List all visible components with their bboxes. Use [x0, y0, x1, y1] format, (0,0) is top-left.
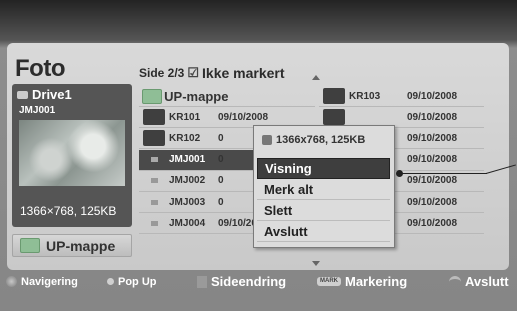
list-item-date: 09/10/2008 [218, 111, 269, 123]
mark-icon: MARK [317, 277, 341, 286]
image-file-icon [150, 199, 158, 205]
list-item-date: 09/10/2008 [407, 90, 458, 102]
footer-page-change: Sideendring [197, 274, 286, 289]
popup-item-slett[interactable]: Slett [257, 200, 390, 221]
footer-marking: MARK Markering [317, 274, 407, 289]
list-item-name: KR103 [349, 90, 381, 102]
list-item-name: UP-mappe [164, 88, 229, 104]
up-folder-button[interactable]: UP-mappe [12, 234, 132, 257]
image-file-icon [150, 178, 158, 184]
scroll-up-icon[interactable] [312, 75, 320, 80]
drive-name: Drive1 [32, 87, 72, 102]
footer-help-bar: Navigering Pop Up Sideendring MARK Marke… [0, 270, 517, 293]
popup-header-text: 1366x768, 125KB [276, 134, 366, 146]
list-item-date: 09/10/2008 [407, 154, 458, 166]
list-item[interactable]: KR103 09/10/2008 [319, 86, 484, 107]
ok-button-icon [107, 278, 114, 285]
folder-up-icon [20, 238, 40, 253]
list-item-name: KR101 [169, 111, 201, 123]
checkbox-icon[interactable]: ☑ [187, 65, 199, 81]
folder-up-icon [141, 88, 162, 104]
footer-popup: Pop Up [107, 276, 157, 288]
list-item-name: JMJ003 [169, 196, 206, 208]
drive-label: Drive1 [17, 87, 72, 102]
preview-filename: JMJ001 [19, 105, 56, 116]
list-item-date: 09/10/2008 [407, 111, 458, 123]
connector-line [402, 173, 487, 174]
info-icon [262, 135, 272, 145]
footer-exit: Avslutt [449, 274, 509, 289]
image-file-icon [150, 220, 158, 226]
exit-icon [449, 276, 461, 287]
list-item-name: JMJ001 [169, 154, 206, 166]
list-item-date: 09/10/2008 [407, 132, 458, 144]
preview-resolution: 1366×768, 125KB [20, 204, 117, 218]
list-item-date: 09/10/2008 [407, 196, 458, 208]
folder-icon [323, 88, 345, 104]
list-item-name: JMJ002 [169, 175, 206, 187]
popup-header: 1366x768, 125KB [262, 134, 365, 146]
list-item-date: 09/10/2008 [407, 217, 458, 229]
list-item[interactable]: UP-mappe [139, 86, 315, 107]
navigation-icon [6, 276, 17, 287]
popup-item-avslutt[interactable]: Avslutt [257, 221, 390, 242]
popup-item-merk-alt[interactable]: Merk alt [257, 179, 390, 200]
folder-icon [143, 130, 165, 147]
scroll-down-icon[interactable] [312, 261, 320, 266]
preview-pane: Drive1 JMJ001 1366×768, 125KB [12, 84, 132, 227]
popup-items: Visning Merk alt Slett Avslutt [257, 158, 390, 242]
preview-thumbnail [19, 120, 125, 186]
page-number: Side 2/3 [139, 66, 185, 80]
drive-icon [17, 90, 28, 99]
popup-menu: 1366x768, 125KB Visning Merk alt Slett Avsl… [253, 125, 395, 248]
list-item-date: 09/10/2008 [407, 175, 458, 187]
mark-status-label: Ikke markert [202, 65, 285, 81]
popup-item-visning[interactable]: Visning [257, 158, 390, 179]
folder-icon [323, 109, 345, 126]
image-file-icon [150, 157, 158, 163]
page-title: Foto [15, 55, 65, 82]
folder-icon [143, 109, 165, 126]
footer-navigation: Navigering [6, 276, 78, 288]
page-info: Side 2/3 ☑ Ikke markert [139, 65, 285, 81]
list-item-name: JMJ004 [169, 217, 206, 229]
list-item-name: KR102 [169, 132, 201, 144]
page-change-icon [197, 275, 207, 288]
up-folder-label: UP-mappe [46, 237, 116, 254]
